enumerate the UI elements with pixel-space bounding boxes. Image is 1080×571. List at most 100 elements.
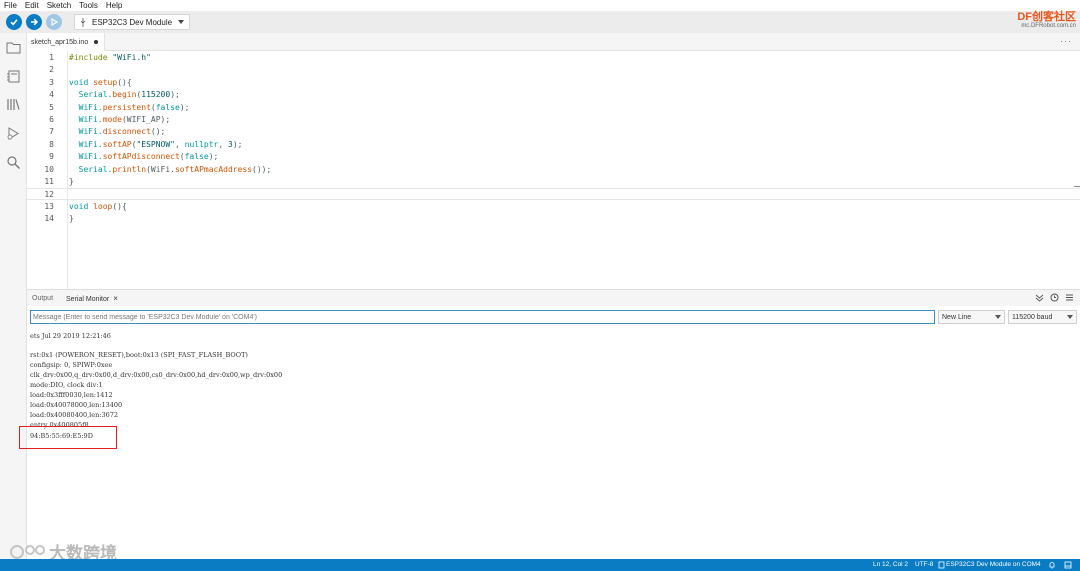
code-line: 7 WiFi.disconnect(); xyxy=(27,126,1080,138)
console-line: load:0x40078000,len:13400 xyxy=(30,400,123,409)
code-token: mode xyxy=(102,115,122,124)
library-icon[interactable] xyxy=(6,97,21,112)
line-number: 4 xyxy=(49,90,54,100)
scrollbar-marker[interactable] xyxy=(1074,186,1080,187)
editor-tab-bar: sketch_apr15b.ino ··· xyxy=(27,33,1080,51)
line-number: 8 xyxy=(49,139,54,149)
line-number: 14 xyxy=(44,214,54,224)
code-line: 10 Serial.println(WiFi.softAPmacAddress(… xyxy=(27,164,1080,176)
menu-edit[interactable]: Edit xyxy=(25,1,39,10)
chevron-down-icon xyxy=(995,315,1001,319)
menu-tools[interactable]: Tools xyxy=(79,1,98,10)
code-token: WiFi. xyxy=(69,139,103,149)
close-icon[interactable]: × xyxy=(113,294,118,303)
menu-file[interactable]: File xyxy=(4,1,17,10)
code-token: begin xyxy=(112,90,137,100)
search-icon[interactable] xyxy=(6,155,21,170)
clock-icon[interactable] xyxy=(1050,293,1059,302)
tab-output[interactable]: Output xyxy=(32,295,53,302)
code-line: 2 xyxy=(27,64,1080,76)
more-options-icon[interactable]: ··· xyxy=(1060,36,1072,46)
console-line: clk_drv:0x00,q_drv:0x00,d_drv:0x00,cs0_d… xyxy=(30,371,283,379)
bell-icon[interactable] xyxy=(1048,561,1056,569)
activity-sidebar xyxy=(0,33,27,559)
code-token: (){ xyxy=(117,77,132,87)
line-number: 5 xyxy=(49,102,54,112)
verify-button[interactable] xyxy=(6,14,22,30)
board-manager-icon[interactable] xyxy=(6,69,21,84)
console-line: rst:0x1 (POWERON_RESET),boot:0x13 (SPI_F… xyxy=(30,351,248,359)
code-token: Serial. xyxy=(69,90,113,100)
board-chip-icon xyxy=(938,561,945,569)
tab-sketch-file[interactable]: sketch_apr15b.ino xyxy=(27,33,106,51)
serial-console-output[interactable]: ets Jul 29 2019 12:21:46 rst:0x1 (POWERO… xyxy=(27,330,1080,559)
tab-serial-monitor[interactable]: Serial Monitor × xyxy=(66,294,118,303)
menu-lines-icon[interactable] xyxy=(1065,293,1074,302)
tab-serial-label: Serial Monitor xyxy=(66,295,110,303)
line-number: 10 xyxy=(44,164,54,174)
baud-rate-value: 115200 baud xyxy=(1012,313,1053,321)
console-line: load:0x40080400,len:3672 xyxy=(30,410,119,419)
code-token: softAP xyxy=(102,139,132,149)
code-token: (WIFI_AP); xyxy=(121,115,171,124)
code-token: softAPmacAddress xyxy=(174,164,253,174)
code-token: false xyxy=(184,152,209,162)
brand-logo: DF创客社区 mc.DFRobot.com.cn xyxy=(1017,12,1076,30)
line-ending-select[interactable]: New Line xyxy=(938,310,1005,324)
code-token: disconnect xyxy=(102,127,151,137)
status-bar: Ln 12, Col 2 UTF-8 ESP32C3 Dev Module on… xyxy=(0,559,1080,571)
code-token: persistent xyxy=(102,102,151,112)
code-token: 115200 xyxy=(141,90,171,100)
line-number: 1 xyxy=(49,53,54,62)
chevron-down-icon xyxy=(1067,315,1073,319)
code-token: (); xyxy=(150,127,166,137)
code-token: ()); xyxy=(252,164,272,174)
code-line: 6 WiFi.mode(WIFI_AP); xyxy=(27,114,1080,126)
line-number: 6 xyxy=(49,115,54,124)
line-number: 7 xyxy=(49,127,54,137)
code-token: ); xyxy=(208,152,219,162)
chevron-down-icon[interactable] xyxy=(1035,293,1044,302)
debug-icon xyxy=(51,17,59,27)
code-token: Serial. xyxy=(69,164,113,174)
console-line: ets Jul 29 2019 12:21:46 xyxy=(30,332,111,340)
board-port-indicator[interactable]: ESP32C3 Dev Module on COM4 xyxy=(946,561,1041,568)
debug-button[interactable] xyxy=(46,14,62,30)
check-icon xyxy=(10,19,18,26)
code-line: 5 WiFi.persistent(false); xyxy=(27,102,1080,114)
console-line: configsip: 0, SPIWP:0xee xyxy=(30,361,113,369)
line-number: 3 xyxy=(49,77,54,87)
line-number: 13 xyxy=(44,201,54,211)
serial-message-input[interactable] xyxy=(30,310,935,324)
code-token: setup xyxy=(93,77,118,87)
current-line: 12 xyxy=(27,187,1080,200)
layout-panel-icon[interactable] xyxy=(1064,561,1072,569)
cursor-position[interactable]: Ln 12, Col 2 xyxy=(873,561,908,568)
chevron-down-icon xyxy=(178,20,184,24)
code-token: WiFi. xyxy=(69,102,103,112)
menu-sketch[interactable]: Sketch xyxy=(47,1,71,10)
menu-help[interactable]: Help xyxy=(106,1,122,10)
console-line: load:0x3fff0030,len:1412 xyxy=(30,390,113,399)
code-token: softAPdisconnect xyxy=(102,152,180,162)
serial-input-row: New Line 115200 baud xyxy=(27,306,1080,330)
code-editor[interactable]: 1 #include "WiFi.h" 2 3 void setup(){ 4 … xyxy=(27,51,1080,289)
code-token: , xyxy=(174,139,185,149)
upload-button[interactable] xyxy=(26,14,42,30)
unsaved-dot-icon[interactable] xyxy=(94,40,99,44)
menu-bar: File Edit Sketch Tools Help xyxy=(0,0,1080,11)
baud-rate-select[interactable]: 115200 baud xyxy=(1008,310,1077,324)
code-line: 4 Serial.begin(115200); xyxy=(27,89,1080,101)
folder-icon[interactable] xyxy=(6,40,21,55)
encoding-indicator[interactable]: UTF-8 xyxy=(915,561,933,568)
code-token: ); xyxy=(232,139,243,149)
tab-filename: sketch_apr15b.ino xyxy=(31,38,89,46)
line-ending-value: New Line xyxy=(942,313,972,321)
code-token: (WiFi. xyxy=(146,164,175,174)
debug-panel-icon[interactable] xyxy=(6,126,21,141)
board-selector[interactable]: ESP32C3 Dev Module xyxy=(74,14,190,30)
code-token: false xyxy=(155,102,180,112)
code-line: 8 WiFi.softAP("ESPNOW", nullptr, 3); xyxy=(27,139,1080,151)
code-line: 14 } xyxy=(27,213,1080,225)
toolbar: ESP32C3 Dev Module DF创客社区 mc.DFRobot.com… xyxy=(0,11,1080,33)
